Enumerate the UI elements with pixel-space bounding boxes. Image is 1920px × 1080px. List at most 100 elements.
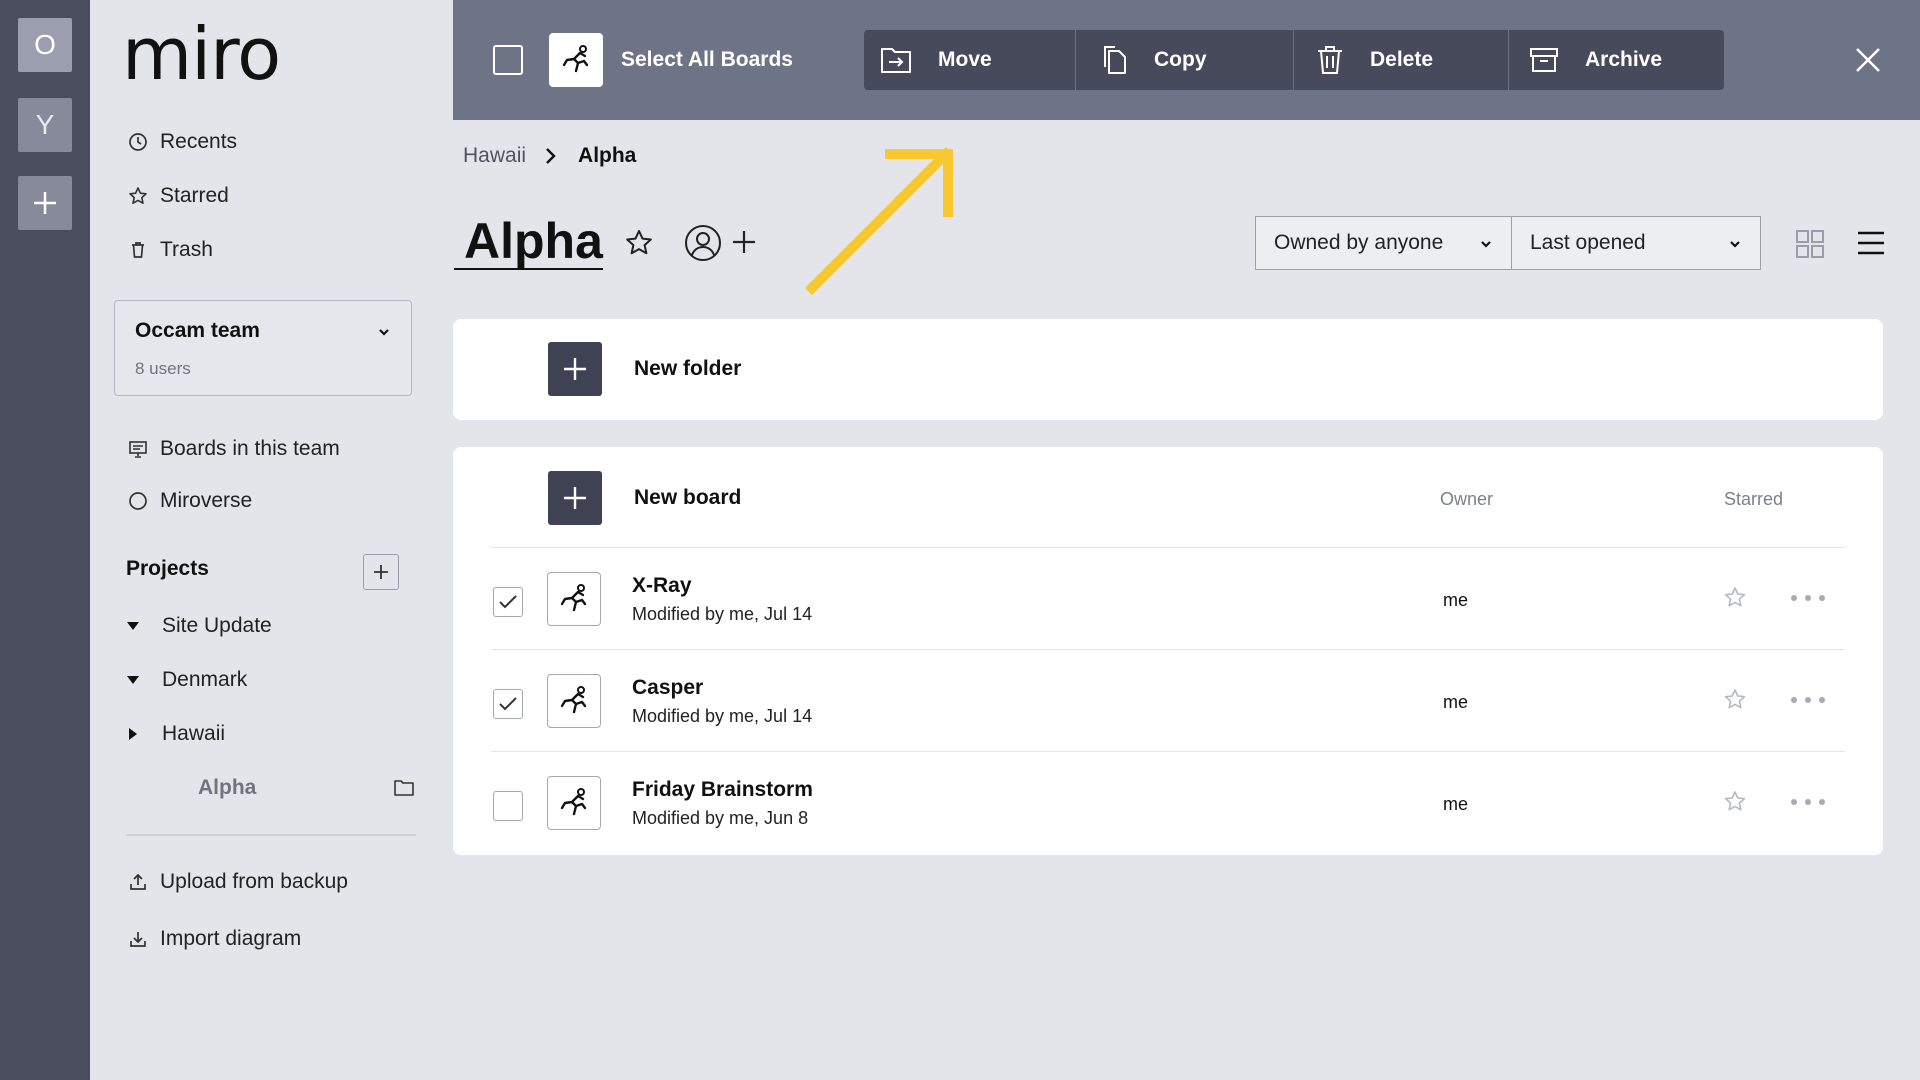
add-project-button[interactable]	[363, 554, 399, 590]
star-icon[interactable]	[1723, 790, 1747, 814]
plus-icon	[374, 565, 388, 579]
sidebar-divider	[126, 834, 416, 836]
bulk-action-group: Move Copy Delete Archive	[864, 30, 1724, 90]
sidebar-item-label: Starred	[160, 184, 229, 207]
delete-button[interactable]: Delete	[1294, 30, 1509, 90]
project-label: Hawaii	[162, 722, 226, 745]
list-view-icon[interactable]	[1857, 229, 1885, 257]
team-name: Occam team	[135, 319, 260, 342]
checkmark-icon	[499, 595, 517, 609]
row-checkbox[interactable]	[493, 791, 523, 821]
chevron-down-icon	[1730, 241, 1740, 248]
title-underline	[454, 268, 603, 270]
board-owner: me	[1443, 590, 1469, 610]
folder-icon[interactable]	[393, 778, 415, 798]
sort-dropdown[interactable]: Last opened	[1511, 216, 1761, 270]
more-options-icon[interactable]	[1791, 688, 1825, 712]
sidebar-item-import-diagram[interactable]: Import diagram	[128, 927, 301, 951]
owner-filter-value: Owned by anyone	[1274, 231, 1444, 254]
caret-right-icon[interactable]	[126, 727, 140, 741]
plus-icon	[564, 358, 586, 380]
board-modified: Modified by me, Jul 14	[632, 706, 813, 726]
new-board-button[interactable]	[548, 471, 602, 525]
board-thumbnail[interactable]	[547, 776, 601, 830]
copy-button[interactable]: Copy	[1076, 30, 1294, 90]
sort-value: Last opened	[1530, 231, 1646, 254]
sidebar-item-label: Recents	[160, 130, 238, 153]
move-button[interactable]: Move	[864, 30, 1076, 90]
owner-filter-dropdown[interactable]: Owned by anyone	[1255, 216, 1512, 270]
plus-icon	[34, 192, 56, 214]
action-label: Archive	[1585, 48, 1663, 71]
sidebar-item-label: Upload from backup	[160, 870, 348, 893]
caret-down-icon[interactable]	[126, 619, 140, 633]
sidebar-item-starred[interactable]: Starred	[128, 184, 229, 208]
sidebar-item-miroverse[interactable]: Miroverse	[128, 489, 252, 513]
project-site-update[interactable]: Site Update	[126, 614, 272, 638]
sidebar-item-boards-in-team[interactable]: Boards in this team	[128, 437, 340, 461]
board-thumbnail[interactable]	[547, 572, 601, 626]
row-checkbox[interactable]	[493, 689, 523, 719]
project-label: Denmark	[162, 668, 248, 691]
miro-logo[interactable]: miro	[122, 12, 281, 96]
archive-button[interactable]: Archive	[1509, 30, 1724, 90]
table-row[interactable]: X-Ray Modified by me, Jul 14 me	[491, 547, 1845, 648]
board-runner-icon	[562, 45, 589, 73]
sidebar: miro Recents Starred Trash Occam team 8 …	[90, 0, 453, 1080]
bulk-action-bar: Select All Boards Move Copy Delete Archi…	[453, 0, 1920, 120]
column-header-starred: Starred	[1724, 489, 1784, 509]
breadcrumb-current: Alpha	[578, 144, 637, 167]
sidebar-item-upload-backup[interactable]: Upload from backup	[128, 870, 348, 894]
new-board-label[interactable]: New board	[634, 486, 741, 510]
new-folder-card[interactable]: New folder	[453, 319, 1883, 420]
project-hawaii[interactable]: Hawaii	[126, 722, 225, 746]
board-modified: Modified by me, Jun 8	[632, 808, 809, 828]
select-all-label[interactable]: Select All Boards	[621, 48, 793, 72]
star-icon[interactable]	[624, 228, 654, 258]
chevron-down-icon	[379, 329, 389, 336]
more-options-icon[interactable]	[1791, 790, 1825, 814]
workspace-y-button[interactable]: Y	[18, 98, 72, 152]
table-row[interactable]: Casper Modified by me, Jul 14 me	[491, 649, 1845, 750]
page-title[interactable]: Alpha	[464, 212, 603, 270]
close-icon[interactable]	[1852, 44, 1884, 76]
board-name[interactable]: X-Ray	[632, 574, 692, 598]
breadcrumb-parent[interactable]: Hawaii	[463, 144, 526, 168]
presentation-board-icon	[129, 441, 147, 458]
column-header-owner: Owner	[1440, 489, 1494, 509]
add-member-icon[interactable]	[730, 228, 758, 256]
user-avatar-icon[interactable]	[684, 224, 722, 262]
project-label: Site Update	[162, 614, 272, 637]
new-folder-button[interactable]	[548, 342, 602, 396]
project-denmark[interactable]: Denmark	[126, 668, 247, 692]
team-user-count: 8 users	[135, 359, 191, 378]
grid-view-icon[interactable]	[1795, 229, 1825, 259]
projects-heading: Projects	[126, 557, 209, 580]
board-runner-icon	[560, 686, 587, 714]
board-thumbnail[interactable]	[547, 674, 601, 728]
sidebar-item-trash[interactable]: Trash	[128, 238, 213, 262]
action-label: Copy	[1154, 48, 1207, 71]
project-label: Alpha	[198, 776, 257, 799]
chevron-right-icon	[546, 148, 556, 164]
star-icon[interactable]	[1723, 688, 1747, 712]
trash-icon	[1318, 46, 1342, 74]
board-name[interactable]: Casper	[632, 676, 703, 700]
chevron-down-icon	[1481, 241, 1491, 248]
row-checkbox[interactable]	[493, 587, 523, 617]
project-alpha[interactable]: Alpha	[198, 776, 256, 800]
more-options-icon[interactable]	[1791, 586, 1825, 610]
table-row[interactable]: Friday Brainstorm Modified by me, Jun 8 …	[491, 751, 1845, 852]
board-name[interactable]: Friday Brainstorm	[632, 778, 813, 802]
team-switcher[interactable]: Occam team 8 users	[114, 300, 412, 396]
select-all-checkbox[interactable]	[493, 45, 523, 75]
sidebar-item-recents[interactable]: Recents	[128, 130, 237, 154]
star-icon[interactable]	[1723, 586, 1747, 610]
board-owner: me	[1443, 692, 1469, 712]
checkmark-icon	[499, 697, 517, 711]
caret-down-icon[interactable]	[126, 673, 140, 687]
add-workspace-button[interactable]	[18, 176, 72, 230]
boards-list-card: New board Owner Starred X-Ray Modified b…	[453, 447, 1883, 855]
workspace-o-button[interactable]: O	[18, 18, 72, 72]
board-modified: Modified by me, Jul 14	[632, 604, 813, 624]
